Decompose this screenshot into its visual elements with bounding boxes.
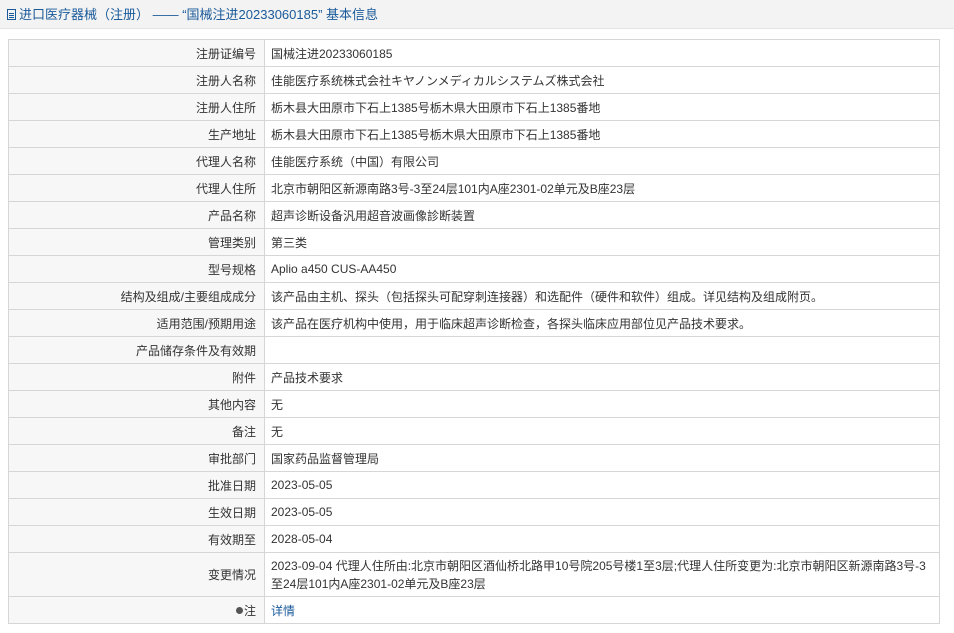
row-value: 产品技术要求 xyxy=(264,363,940,391)
row-label: 附件 xyxy=(8,363,265,391)
row-label: 产品名称 xyxy=(8,201,265,229)
row-label: 代理人名称 xyxy=(8,147,265,175)
table-row: 审批部门 国家药品监督管理局 xyxy=(8,444,940,472)
info-table-container: 注册证编号 国械注进20233060185 注册人名称 佳能医疗系统株式会社キヤノン… xyxy=(8,39,940,624)
details-link[interactable]: 详情 xyxy=(271,604,295,618)
note-value-cell: 详情 xyxy=(264,596,940,624)
table-row: 结构及组成/主要组成成分 该产品由主机、探头（包括探头可配穿刺连接器）和选配件（硬… xyxy=(8,282,940,310)
row-value: 该产品由主机、探头（包括探头可配穿刺连接器）和选配件（硬件和软件）组成。详见结构… xyxy=(264,282,940,310)
change-history-value: 2023-09-04 代理人住所由:北京市朝阳区酒仙桥北路甲10号院205号楼1… xyxy=(264,552,940,597)
page-title: 进口医疗器械（注册） —— “国械注进20233060185” 基本信息 xyxy=(19,7,379,22)
row-label: 结构及组成/主要组成成分 xyxy=(8,282,265,310)
table-row: 管理类别 第三类 xyxy=(8,228,940,256)
row-value: 该产品在医疗机构中使用，用于临床超声诊断检查，各探头临床应用部位见产品技术要求。 xyxy=(264,309,940,337)
table-row: 注册证编号 国械注进20233060185 xyxy=(8,39,940,67)
row-value: 国家药品监督管理局 xyxy=(264,444,940,472)
table-row: 注册人名称 佳能医疗系统株式会社キヤノンメディカルシステムズ株式会社 xyxy=(8,66,940,94)
row-label: 其他内容 xyxy=(8,390,265,418)
pin-icon xyxy=(235,606,243,614)
row-label: 注册证编号 xyxy=(8,39,265,67)
row-value: 佳能医疗系统株式会社キヤノンメディカルシステムズ株式会社 xyxy=(264,66,940,94)
table-row: 代理人名称 佳能医疗系统（中国）有限公司 xyxy=(8,147,940,175)
row-label: 注册人住所 xyxy=(8,93,265,121)
row-label: 审批部门 xyxy=(8,444,265,472)
row-label: 管理类别 xyxy=(8,228,265,256)
note-label: 注 xyxy=(243,603,256,618)
table-row: 备注无 xyxy=(8,417,940,445)
table-row: 型号规格 Aplio a450 CUS-AA450 xyxy=(8,255,940,283)
table-row: 产品名称 超声诊断设备汎用超音波画像診断装置 xyxy=(8,201,940,229)
row-value: 2023-05-05 xyxy=(264,498,940,526)
table-row: 批准日期 2023-05-05 xyxy=(8,471,940,499)
row-value: 无 xyxy=(264,390,940,418)
row-label: 适用范围/预期用途 xyxy=(8,309,265,337)
row-value: 北京市朝阳区新源南路3号-3至24层101内A座2301-02单元及B座23层 xyxy=(264,174,940,202)
note-row: 注 详情 xyxy=(8,596,940,624)
table-row: 生效日期 2023-05-05 xyxy=(8,498,940,526)
row-value: 栃木县大田原市下石上1385号栃木県大田原市下石上1385番地 xyxy=(264,93,940,121)
info-table: 注册证编号 国械注进20233060185 注册人名称 佳能医疗系统株式会社キヤノン… xyxy=(8,39,940,624)
row-label: 注册人名称 xyxy=(8,66,265,94)
row-label: 产品储存条件及有效期 xyxy=(8,336,265,364)
row-value: 超声诊断设备汎用超音波画像診断装置 xyxy=(264,201,940,229)
change-history-row: 变更情况 2023-09-04 代理人住所由:北京市朝阳区酒仙桥北路甲10号院20… xyxy=(8,552,940,597)
row-value: 无 xyxy=(264,417,940,445)
table-row: 适用范围/预期用途 该产品在医疗机构中使用，用于临床超声诊断检查，各探头临床应用部… xyxy=(8,309,940,337)
page-header: 进口医疗器械（注册） —— “国械注进20233060185” 基本信息 xyxy=(0,0,954,29)
row-value: 第三类 xyxy=(264,228,940,256)
row-label: 批准日期 xyxy=(8,471,265,499)
row-value: 佳能医疗系统（中国）有限公司 xyxy=(264,147,940,175)
row-value xyxy=(264,336,940,364)
table-row: 附件 产品技术要求 xyxy=(8,363,940,391)
table-row: 其他内容无 xyxy=(8,390,940,418)
row-value: 国械注进20233060185 xyxy=(264,39,940,67)
table-row: 产品储存条件及有效期 xyxy=(8,336,940,364)
row-label: 代理人住所 xyxy=(8,174,265,202)
row-label: 生产地址 xyxy=(8,120,265,148)
note-label-cell: 注 xyxy=(8,596,265,624)
row-label: 备注 xyxy=(8,417,265,445)
row-label: 有效期至 xyxy=(8,525,265,553)
document-icon xyxy=(7,9,16,20)
row-value: 2028-05-04 xyxy=(264,525,940,553)
row-value: Aplio a450 CUS-AA450 xyxy=(264,255,940,283)
table-row: 有效期至 2028-05-04 xyxy=(8,525,940,553)
change-history-label: 变更情况 xyxy=(8,552,265,597)
row-label: 型号规格 xyxy=(8,255,265,283)
row-value: 2023-05-05 xyxy=(264,471,940,499)
row-value: 栃木县大田原市下石上1385号栃木県大田原市下石上1385番地 xyxy=(264,120,940,148)
table-row: 生产地址 栃木县大田原市下石上1385号栃木県大田原市下石上1385番地 xyxy=(8,120,940,148)
row-label: 生效日期 xyxy=(8,498,265,526)
table-row: 代理人住所 北京市朝阳区新源南路3号-3至24层101内A座2301-02单元及B… xyxy=(8,174,940,202)
table-row: 注册人住所 栃木县大田原市下石上1385号栃木県大田原市下石上1385番地 xyxy=(8,93,940,121)
